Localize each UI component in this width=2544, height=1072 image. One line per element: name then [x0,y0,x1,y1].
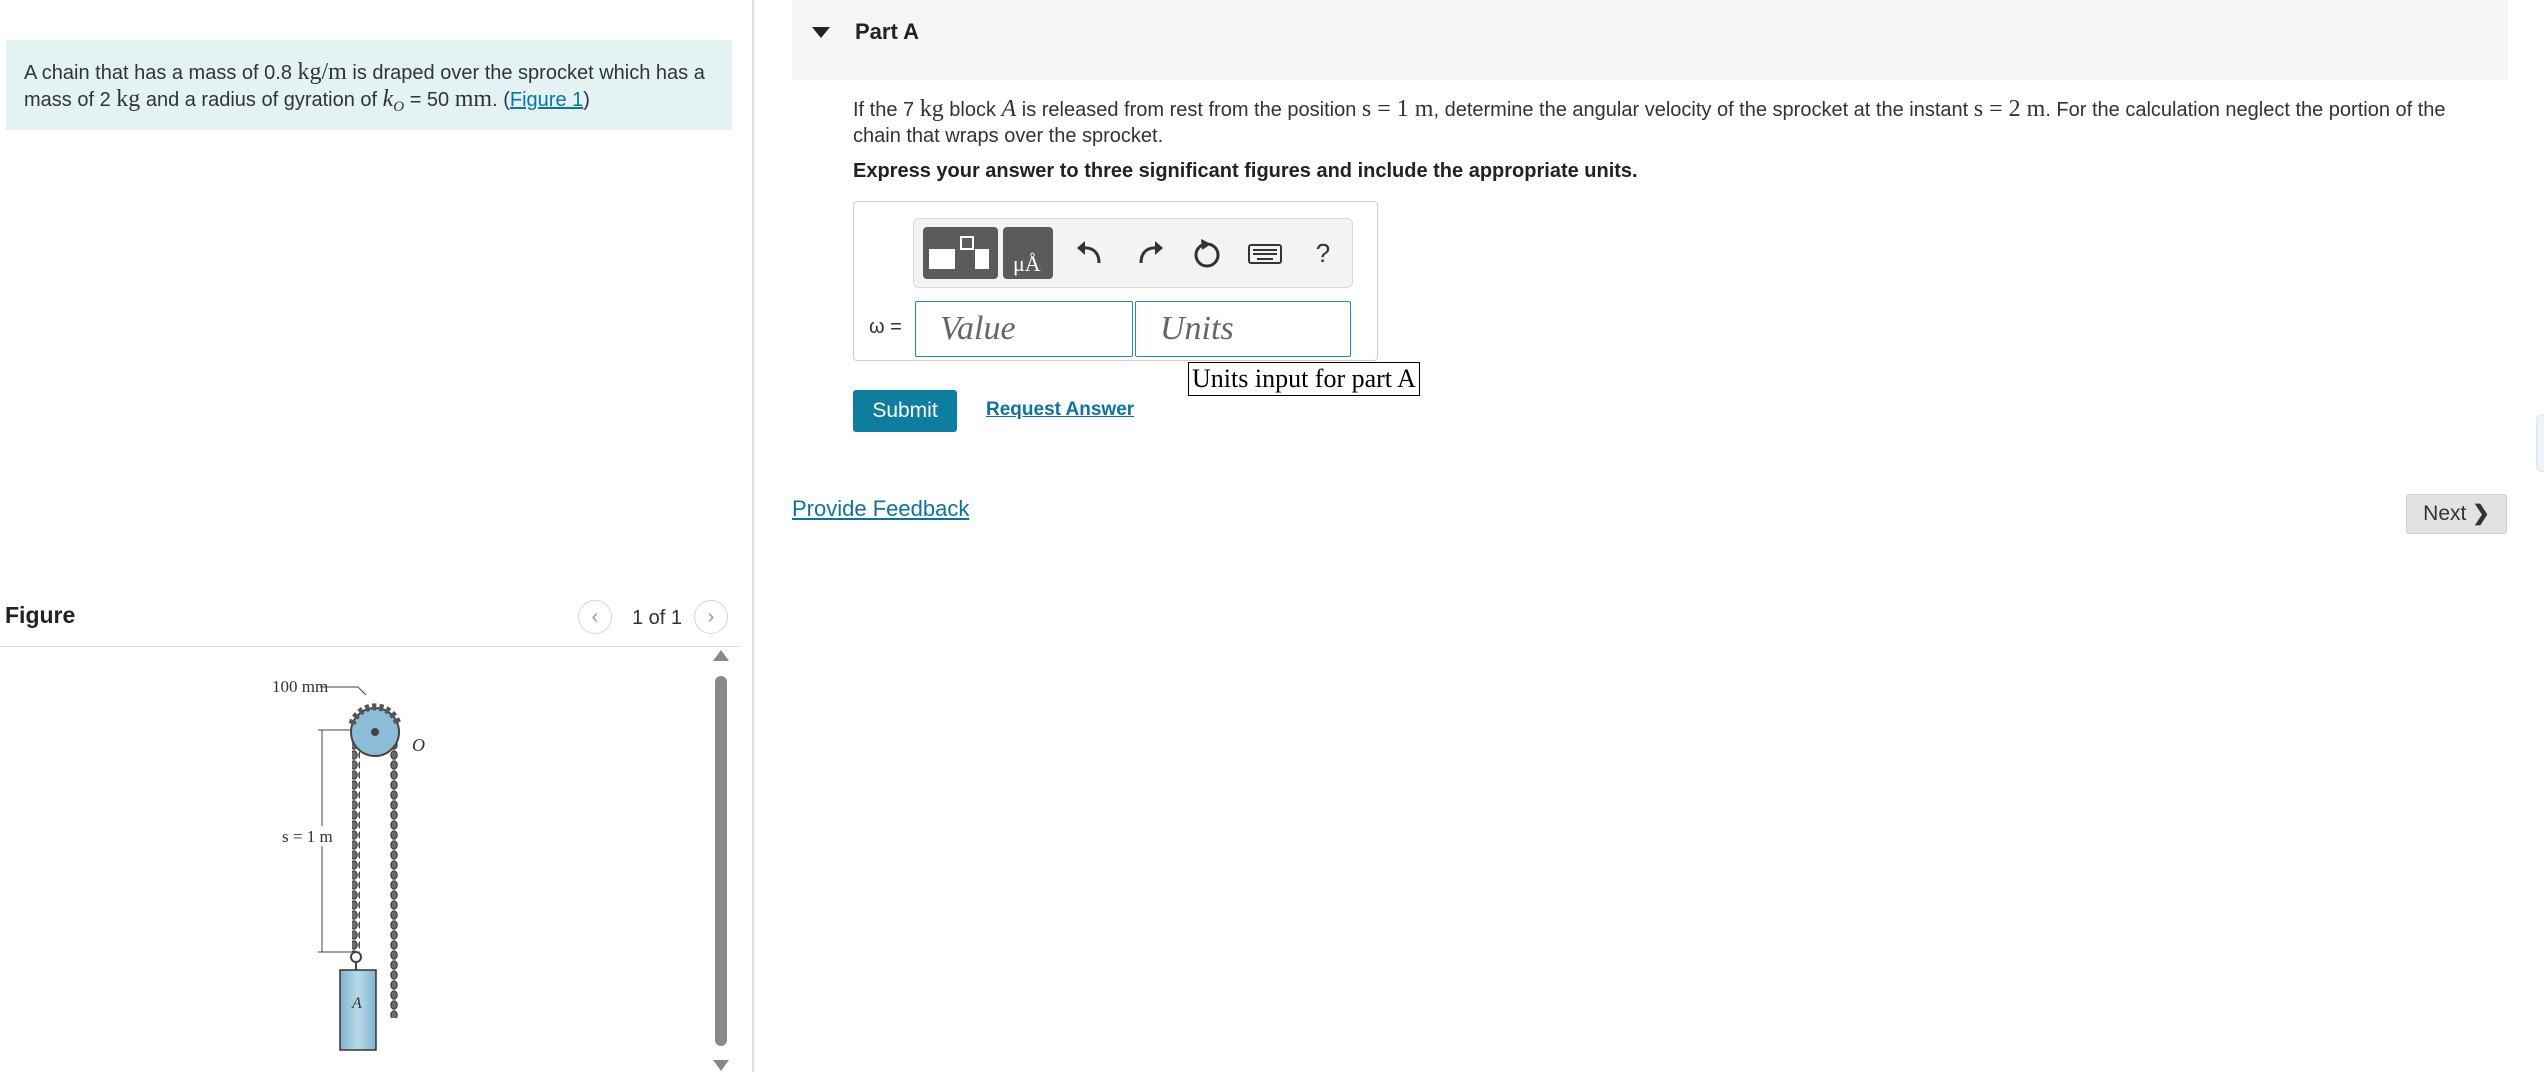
scroll-up-arrow[interactable] [713,650,729,661]
reset-icon[interactable] [1187,233,1227,273]
math-toolbar: μÅ ? [913,218,1353,288]
figure-link[interactable]: Figure 1 [510,89,583,111]
help-icon[interactable]: ? [1303,233,1343,273]
next-button[interactable]: Next ❯ [2406,494,2507,534]
block-a-label: A [351,995,362,1012]
answer-variable: ω = [869,316,902,338]
math-unit: mm [454,86,493,112]
question-segment: block [943,99,1002,121]
math-symbol: k [382,86,394,112]
math-expression: s = 2 m [1973,96,2046,122]
question-text: If the 7 kg block A is released from res… [853,96,2493,149]
problem-text: A chain that has a mass of 0.8 [24,62,298,84]
panel-divider[interactable] [752,0,754,1072]
problem-text: ) [583,89,590,111]
question-segment: , determine the angular velocity of the … [1433,99,1974,121]
figure-header: Figure ‹ 1 of 1 › [0,590,740,647]
redo-icon[interactable] [1129,233,1169,273]
part-title[interactable]: Part A [855,19,919,45]
collapse-caret-icon[interactable] [812,27,830,38]
math-unit: kg/m [297,59,347,85]
templates-icon[interactable] [923,227,998,279]
chain-hook [350,951,362,963]
units-glyph: μÅ [1013,251,1041,276]
dimension-label: 100 mm [272,677,328,696]
problem-text: . ( [492,89,510,111]
side-panel-tab[interactable] [2536,414,2544,472]
sprocket-chain-figure: 100 mm s = 1 m O A [272,677,425,1051]
previous-figure-button[interactable]: ‹ [578,600,612,634]
value-input[interactable] [915,301,1133,357]
next-figure-button[interactable]: › [694,600,728,634]
dimension-leader [357,686,367,696]
undo-icon[interactable] [1071,233,1111,273]
figure-scrollbar[interactable] [715,676,727,1046]
next-label: Next [2423,502,2467,525]
math-unit: kg [919,96,944,122]
s-label: s = 1 m [282,827,333,846]
chevron-left-icon: ‹ [591,606,599,628]
submit-button[interactable]: Submit [853,390,957,432]
math-symbol: A [1001,96,1017,122]
sprocket-o-label: O [412,735,425,755]
math-expression: s = 1 m [1361,96,1434,122]
math-subscript: O [393,99,405,115]
request-answer-link[interactable]: Request Answer [986,399,1134,421]
keyboard-icon[interactable] [1245,233,1285,273]
chevron-right-icon: ❯ [2472,502,2490,525]
problem-text: = 50 [404,89,455,111]
part-header[interactable] [792,0,2508,80]
problem-statement: A chain that has a mass of 0.8 kg/m is d… [6,40,732,130]
left-panel: A chain that has a mass of 0.8 kg/m is d… [0,0,752,1072]
units-tooltip: Units input for part A [1188,362,1420,396]
chevron-right-icon: › [707,606,715,628]
question-segment: If the 7 [853,99,920,121]
figure-title: Figure [5,602,76,628]
units-input[interactable] [1135,301,1351,357]
units-templates-icon[interactable]: μÅ [1003,227,1053,279]
chain-left [352,720,360,952]
provide-feedback-link[interactable]: Provide Feedback [792,496,969,522]
chain-right [390,720,398,1018]
figure-pager-count: 1 of 1 [632,607,683,629]
problem-text: and a radius of gyration of [140,89,383,111]
answer-instruction: Express your answer to three significant… [853,160,1638,182]
sprocket-hub [371,728,379,736]
scroll-down-arrow[interactable] [713,1060,729,1071]
question-segment: is released from rest from the position [1016,99,1362,121]
math-unit: kg [116,86,141,112]
